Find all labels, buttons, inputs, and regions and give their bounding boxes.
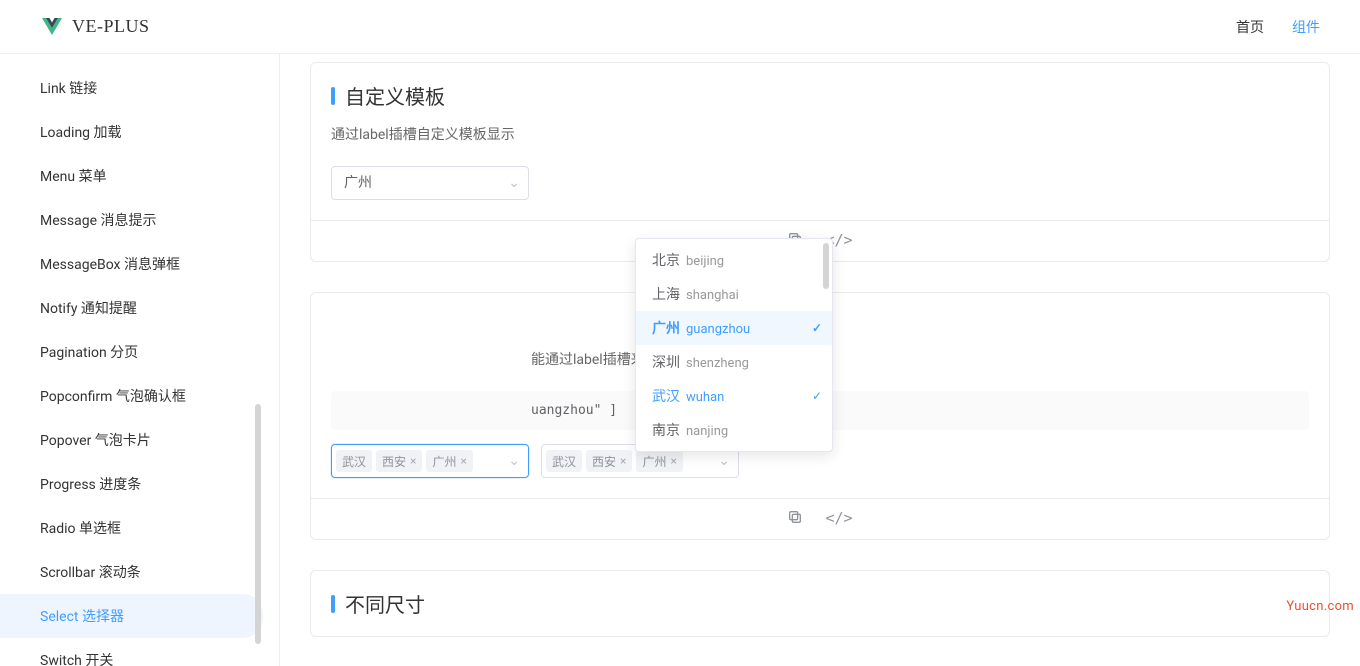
section-sizes: 不同尺寸 (310, 570, 1330, 637)
tag-close-icon[interactable]: × (460, 454, 466, 468)
sidebar-item[interactable]: Popover 气泡卡片 (0, 418, 263, 462)
select-value: 广州 (344, 175, 372, 191)
sidebar-item[interactable]: Radio 单选框 (0, 506, 263, 550)
dropdown-option[interactable]: 武汉wuhan✓ (636, 379, 832, 413)
nav-home[interactable]: 首页 (1236, 17, 1264, 37)
dropdown-scrollbar-thumb[interactable] (823, 243, 829, 289)
sidebar-item[interactable]: Notify 通知提醒 (0, 286, 263, 330)
select-single[interactable]: 广州 ⌄ (331, 166, 529, 200)
sidebar-list: Link 链接Loading 加载Menu 菜单Message 消息提示Mess… (0, 66, 263, 666)
select-tag: 西安× (586, 450, 632, 472)
sidebar-item[interactable]: Loading 加载 (0, 110, 263, 154)
sidebar-item[interactable]: Switch 开关 (0, 638, 263, 666)
chevron-down-icon: ⌄ (508, 453, 520, 469)
chevron-down-icon: ⌄ (718, 453, 730, 469)
sidebar-item[interactable]: Scrollbar 滚动条 (0, 550, 263, 594)
tag-close-icon[interactable]: × (670, 454, 676, 468)
sidebar-item[interactable]: Menu 菜单 (0, 154, 263, 198)
dropdown-option[interactable]: 深圳shenzheng (636, 345, 832, 379)
dropdown-option[interactable]: 上海shanghai (636, 277, 832, 311)
section-title: 不同尺寸 (331, 589, 1309, 618)
select-tag: 广州× (636, 450, 682, 472)
select-tag: 武汉 (546, 450, 582, 472)
dropdown-option[interactable]: 广州guangzhou✓ (636, 311, 832, 345)
sidebar-item[interactable]: Message 消息提示 (0, 198, 263, 242)
main-content: 自定义模板 通过label插槽自定义模板显示 广州 ⌄ </> . 能通过lab… (280, 54, 1360, 666)
dropdown-option[interactable]: 南京nanjing (636, 413, 832, 447)
logo[interactable]: VE-PLUS (40, 15, 150, 39)
sidebar-item[interactable]: Pagination 分页 (0, 330, 263, 374)
tag-close-icon[interactable]: × (620, 454, 626, 468)
select-tag: 西安× (376, 450, 422, 472)
brand-text: VE-PLUS (72, 16, 150, 37)
header: VE-PLUS 首页 组件 (0, 0, 1360, 54)
code-icon[interactable]: </> (825, 509, 852, 529)
section-desc: 通过label插槽自定义模板显示 (331, 124, 1309, 144)
watermark: Yuucn.com (1286, 599, 1354, 614)
vue-logo-icon (40, 15, 64, 39)
select-multi-1[interactable]: 武汉西安×广州× ⌄ (331, 444, 529, 478)
dropdown-option[interactable]: 北京beijing (636, 243, 832, 277)
sidebar-scrollbar-thumb[interactable] (255, 404, 261, 644)
check-icon: ✓ (812, 321, 822, 335)
select-tag: 广州× (426, 450, 472, 472)
sidebar-item[interactable]: Progress 进度条 (0, 462, 263, 506)
copy-icon[interactable] (787, 509, 803, 529)
card-toolbar: </> (311, 498, 1329, 539)
nav-components[interactable]: 组件 (1292, 17, 1320, 37)
sidebar-item[interactable]: Popconfirm 气泡确认框 (0, 374, 263, 418)
select-tag: 武汉 (336, 450, 372, 472)
nav-links: 首页 组件 (1236, 17, 1320, 37)
chevron-down-icon: ⌄ (508, 167, 520, 199)
check-icon: ✓ (812, 389, 822, 403)
sidebar-item[interactable]: MessageBox 消息弹框 (0, 242, 263, 286)
sidebar-item[interactable]: Link 链接 (0, 66, 263, 110)
section-custom-template: 自定义模板 通过label插槽自定义模板显示 广州 ⌄ </> (310, 62, 1330, 262)
sidebar: Link 链接Loading 加载Menu 菜单Message 消息提示Mess… (0, 54, 280, 666)
tag-close-icon[interactable]: × (410, 454, 416, 468)
select-dropdown: 北京beijing上海shanghai广州guangzhou✓深圳shenzhe… (635, 238, 833, 452)
section-title: 自定义模板 (331, 81, 1309, 110)
sidebar-item[interactable]: Select 选择器 (0, 594, 263, 638)
